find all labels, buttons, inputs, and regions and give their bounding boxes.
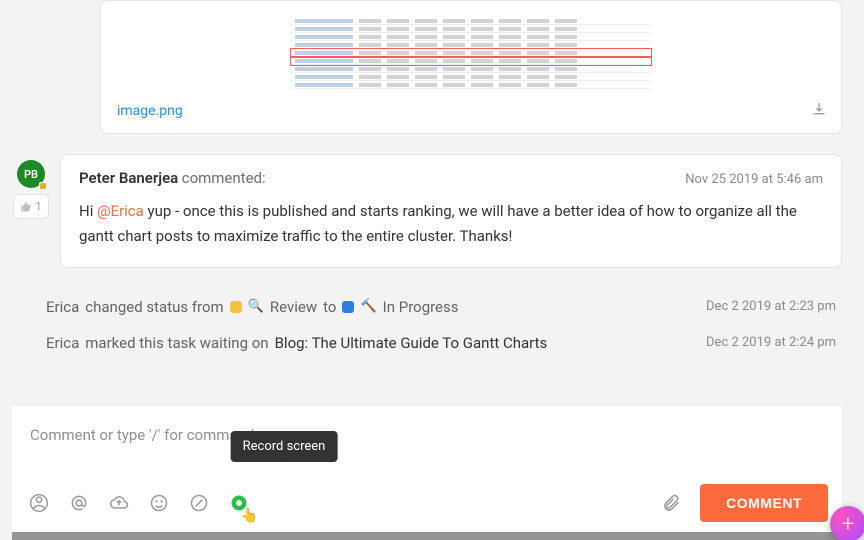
activity-actor[interactable]: Erica xyxy=(46,298,79,316)
quick-add-button[interactable]: + xyxy=(830,506,864,540)
activity-status-change: Erica changed status from 🔍 Review to 🔨 … xyxy=(46,292,836,328)
activity-log: Erica changed status from 🔍 Review to 🔨 … xyxy=(12,292,842,364)
browser-tabs-strip xyxy=(12,532,842,540)
activity-waiting-on: Erica marked this task waiting on Blog: … xyxy=(46,328,836,364)
mention-link[interactable]: @Erica xyxy=(97,202,144,220)
status-chip-review-icon xyxy=(230,301,242,313)
assign-icon[interactable] xyxy=(28,492,50,514)
comment-input[interactable]: Comment or type '/' for commands xyxy=(26,420,828,484)
magnifier-icon: 🔍 xyxy=(248,299,264,314)
record-screen-tooltip: Record screen xyxy=(231,431,338,462)
like-button[interactable]: 1 xyxy=(13,194,48,219)
status-to: In Progress xyxy=(383,298,459,316)
attachment-icon[interactable] xyxy=(660,492,682,514)
comment-body: Hi @Erica yup - once this is published a… xyxy=(79,199,823,249)
activity-timestamp: Dec 2 2019 at 2:24 pm xyxy=(706,335,836,350)
table-thumbnail xyxy=(291,17,651,91)
comment-button[interactable]: COMMENT xyxy=(700,484,828,522)
attachment-filename[interactable]: image.png xyxy=(117,103,825,119)
compose-toolbar: 👆 COMMENT xyxy=(26,484,828,522)
activity-timestamp: Dec 2 2019 at 2:23 pm xyxy=(706,299,836,314)
comment-verb: commented: xyxy=(182,169,266,187)
task-reference-link[interactable]: Blog: The Ultimate Guide To Gantt Charts xyxy=(275,334,548,352)
mention-icon[interactable] xyxy=(68,492,90,514)
status-from: Review xyxy=(270,298,317,316)
status-dot-icon xyxy=(39,182,47,190)
comment-author[interactable]: Peter Banerjea xyxy=(79,169,178,187)
comment-timestamp: Nov 25 2019 at 5:46 am xyxy=(685,172,823,187)
emoji-icon[interactable] xyxy=(148,492,170,514)
avatar-initials: PB xyxy=(24,168,38,181)
comment-block: PB 1 Peter Banerjea commented: Nov 25 20… xyxy=(12,154,842,268)
slash-command-icon[interactable] xyxy=(188,492,210,514)
comment-card: Peter Banerjea commented: Nov 25 2019 at… xyxy=(60,154,842,268)
cloud-upload-icon[interactable] xyxy=(108,492,130,514)
download-icon[interactable] xyxy=(811,101,827,121)
avatar[interactable]: PB xyxy=(17,160,45,188)
record-screen-icon[interactable]: 👆 xyxy=(228,492,250,514)
cursor-icon: 👆 xyxy=(241,508,258,524)
activity-actor[interactable]: Erica xyxy=(46,334,79,352)
attachment-preview[interactable] xyxy=(117,11,825,97)
status-chip-progress-icon xyxy=(342,301,354,313)
like-count: 1 xyxy=(35,200,41,213)
hammer-icon: 🔨 xyxy=(360,299,376,314)
attachment-card: image.png xyxy=(100,0,842,134)
compose-area: Comment or type '/' for commands Record … xyxy=(12,405,842,532)
